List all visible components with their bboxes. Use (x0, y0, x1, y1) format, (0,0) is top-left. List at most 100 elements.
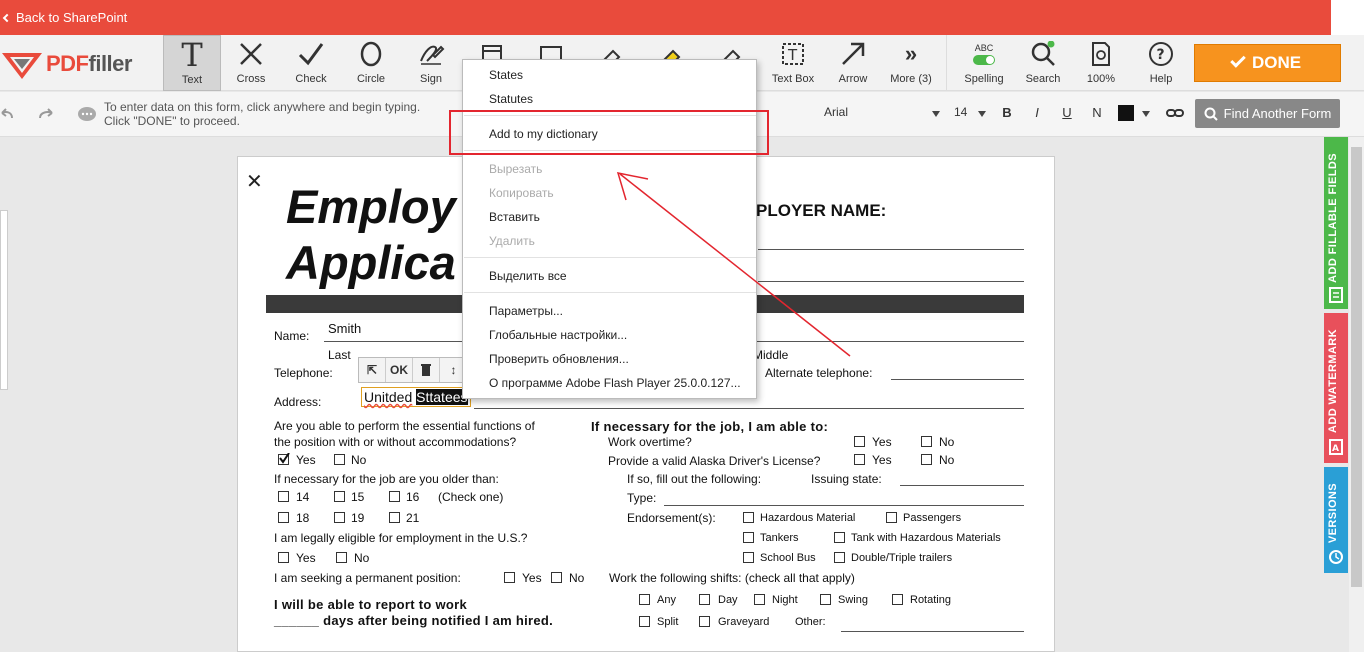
hazardous-material-checkbox[interactable] (743, 512, 754, 523)
check-icon (1230, 52, 1246, 68)
chevron-down-icon[interactable] (1142, 111, 1150, 117)
move-handle-icon[interactable]: ⇱ (359, 358, 386, 382)
menu-item-statutes[interactable]: Statutes (489, 92, 533, 106)
cross-tool-button[interactable]: Cross (224, 35, 278, 91)
able-to-header: If necessary for the job, I am able to: (591, 419, 829, 434)
double-triple-checkbox[interactable] (834, 552, 845, 563)
passengers-checkbox[interactable] (886, 512, 897, 523)
passengers-label: Passengers (903, 512, 962, 524)
permanent-yes-checkbox[interactable] (504, 572, 515, 583)
menu-item-states[interactable]: States (489, 68, 523, 82)
age-14-checkbox[interactable] (278, 491, 289, 502)
eligible-question: I am legally eligible for employment in … (274, 531, 528, 545)
trash-icon[interactable] (413, 358, 440, 382)
form-title-line2: Applica (286, 236, 456, 289)
back-to-sharepoint-link[interactable]: Back to SharePoint (2, 10, 127, 25)
menu-item-settings[interactable]: Параметры... (489, 304, 563, 318)
shift-any-checkbox[interactable] (639, 594, 650, 605)
spelling-toggle-button[interactable]: ABC Spelling (956, 35, 1012, 91)
overtime-no-checkbox[interactable] (921, 436, 932, 447)
name-label: Name: (274, 329, 310, 343)
bold-button[interactable]: B (996, 100, 1018, 126)
eligible-no-checkbox[interactable] (336, 552, 347, 563)
shift-day-checkbox[interactable] (699, 594, 710, 605)
age-15-checkbox[interactable] (334, 491, 345, 502)
versions-tab[interactable]: VERSIONS (1324, 467, 1348, 573)
no-label: No (939, 435, 955, 449)
circle-tool-button[interactable]: Circle (344, 35, 398, 91)
shift-graveyard-label: Graveyard (718, 616, 770, 628)
fill-following-label: If so, fill out the following: (627, 472, 762, 486)
age-21-checkbox[interactable] (389, 512, 400, 523)
hazardous-material-label: Hazardous Material (760, 512, 856, 524)
overtime-yes-checkbox[interactable] (854, 436, 865, 447)
toolbar-divider (946, 35, 947, 91)
school-bus-checkbox[interactable] (743, 552, 754, 563)
scrollbar-thumb[interactable] (1351, 147, 1362, 587)
zoom-button[interactable]: 100% (1076, 35, 1126, 91)
color-swatch[interactable] (1118, 105, 1134, 121)
license-no-checkbox[interactable] (921, 454, 932, 465)
tankers-checkbox[interactable] (743, 532, 754, 543)
shift-night-label: Night (772, 594, 798, 606)
pdffiller-logo: PDFfiller (0, 45, 150, 83)
ok-button[interactable]: OK (386, 358, 413, 382)
telephone-label: Telephone: (274, 366, 333, 380)
done-button[interactable]: DONE (1194, 44, 1341, 82)
last-label: Last (328, 348, 351, 362)
thumbnail-panel-edge (0, 210, 8, 390)
shift-split-checkbox[interactable] (639, 616, 650, 627)
close-icon[interactable]: ✕ (246, 169, 263, 194)
svg-text:?: ? (1157, 47, 1165, 63)
normal-button[interactable]: N (1086, 100, 1108, 126)
essential-no-checkbox[interactable] (334, 454, 345, 465)
arrow-tool-button[interactable]: Arrow (826, 35, 880, 91)
find-another-form-button[interactable]: Find Another Form (1195, 99, 1340, 128)
menu-item-delete[interactable]: Удалить (489, 234, 535, 248)
shift-graveyard-checkbox[interactable] (699, 616, 710, 627)
age-18-checkbox[interactable] (278, 512, 289, 523)
license-yes-checkbox[interactable] (854, 454, 865, 465)
tank-hazardous-checkbox[interactable] (834, 532, 845, 543)
menu-item-select-all[interactable]: Выделить все (489, 269, 567, 283)
check-tool-button[interactable]: Check (284, 35, 338, 91)
alternate-telephone-label: Alternate telephone: (765, 366, 873, 380)
link-icon[interactable] (1166, 106, 1184, 120)
shift-swing-checkbox[interactable] (820, 594, 831, 605)
more-tools-button[interactable]: » More (3) (886, 35, 936, 91)
typed-text-field[interactable]: Unitded Sttatees (361, 387, 471, 407)
shift-night-checkbox[interactable] (754, 594, 765, 605)
spelling-toggle-icon: ABC (956, 35, 1012, 73)
arrow-icon (826, 35, 880, 73)
undo-icon[interactable] (0, 106, 16, 122)
underline-button[interactable]: U (1056, 100, 1078, 126)
menu-item-cut[interactable]: Вырезать (489, 162, 542, 176)
essential-yes-checkbox[interactable] (278, 453, 290, 465)
shift-split-label: Split (657, 616, 679, 628)
add-fillable-fields-tab[interactable]: ADD FILLABLE FIELDS (1324, 137, 1348, 309)
help-button[interactable]: ? Help (1134, 35, 1188, 91)
textbox-tool-button[interactable]: T Text Box (766, 35, 820, 91)
redo-icon[interactable] (38, 106, 56, 122)
menu-item-paste[interactable]: Вставить (489, 210, 540, 224)
font-family-select[interactable]: Arial (820, 100, 946, 126)
menu-item-about-flash[interactable]: О программе Adobe Flash Player 25.0.0.12… (489, 376, 741, 390)
sign-tool-button[interactable]: Sign (404, 35, 458, 91)
shift-rotating-checkbox[interactable] (892, 594, 903, 605)
menu-item-copy[interactable]: Копировать (489, 186, 554, 200)
font-size-select[interactable]: 14 (952, 100, 990, 126)
check-one-label: (Check one) (438, 490, 504, 504)
search-tool-button[interactable]: Search (1016, 35, 1070, 91)
name-value[interactable]: Smith (328, 321, 361, 336)
italic-button[interactable]: I (1026, 100, 1048, 126)
age-19-checkbox[interactable] (334, 512, 345, 523)
yes-label: Yes (872, 453, 892, 467)
eligible-yes-checkbox[interactable] (278, 552, 289, 563)
text-tool-button[interactable]: T Text (163, 35, 221, 91)
double-triple-label: Double/Triple trailers (851, 552, 953, 564)
permanent-no-checkbox[interactable] (551, 572, 562, 583)
vertical-scrollbar[interactable] (1349, 137, 1364, 652)
issuing-state-label: Issuing state: (811, 472, 882, 486)
add-watermark-tab[interactable]: ADD WATERMARK A (1324, 313, 1348, 463)
age-16-checkbox[interactable] (389, 491, 400, 502)
